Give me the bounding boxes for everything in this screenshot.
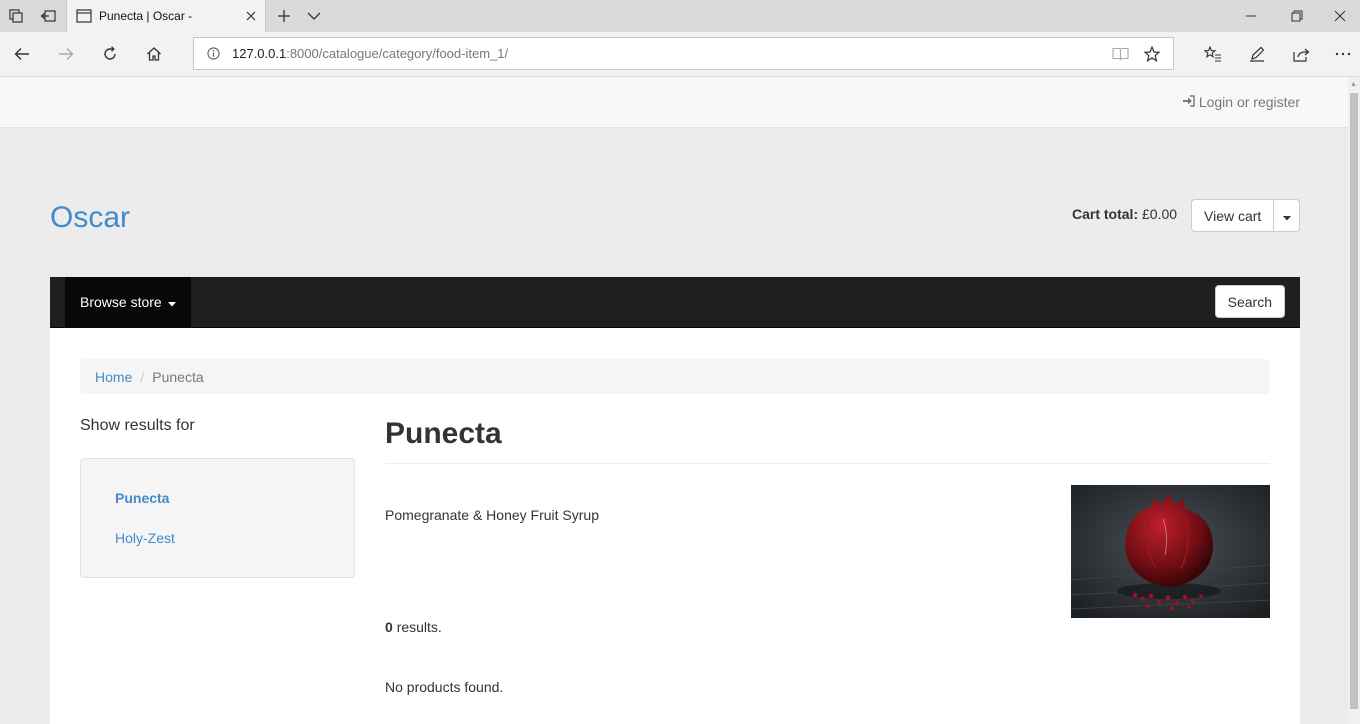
url-path: :8000/catalogue/category/food-item_1/	[286, 46, 509, 61]
active-tab[interactable]: Punecta | Oscar -	[66, 0, 266, 33]
browse-store-dropdown[interactable]: Browse store	[65, 277, 191, 327]
browser-tab-bar: Punecta | Oscar -	[0, 0, 1360, 33]
favorites-hub-icon[interactable]	[1196, 38, 1230, 70]
results-number: 0	[385, 619, 393, 635]
results-count: 0 results.	[385, 619, 442, 635]
page: Login or register Oscar Cart total: £0.0…	[0, 77, 1348, 724]
cart-dropdown-toggle[interactable]	[1274, 199, 1301, 232]
minimize-icon[interactable]	[1228, 0, 1274, 32]
url-text[interactable]: 127.0.0.1:8000/catalogue/category/food-i…	[232, 46, 508, 61]
sidebar-title: Show results for	[80, 417, 195, 434]
category-filter-panel: Punecta Holy-Zest	[80, 458, 355, 578]
reading-view-icon[interactable]	[1109, 44, 1131, 64]
caret-down-icon	[167, 294, 176, 310]
page-title: Punecta	[385, 417, 502, 450]
tab-manager-icon[interactable]	[0, 0, 32, 32]
breadcrumb-home-link[interactable]: Home	[95, 369, 132, 385]
restore-icon[interactable]	[1274, 0, 1320, 32]
scrollbar-thumb[interactable]	[1350, 93, 1358, 709]
scroll-up-arrow-icon[interactable]: ▲	[1350, 81, 1357, 88]
share-icon[interactable]	[1284, 38, 1318, 70]
results-suffix: results.	[396, 619, 442, 635]
view-cart-button[interactable]: View cart	[1191, 199, 1275, 232]
address-bar[interactable]: 127.0.0.1:8000/catalogue/category/food-i…	[193, 37, 1174, 70]
login-register-link[interactable]: Login or register	[1182, 94, 1300, 110]
tab-title: Punecta | Oscar -	[99, 9, 193, 23]
sign-in-icon	[1182, 94, 1195, 110]
category-description: Pomegranate & Honey Fruit Syrup	[385, 507, 599, 523]
page-icon	[76, 9, 92, 26]
search-button[interactable]: Search	[1214, 285, 1285, 318]
tab-preview-chevron-icon[interactable]	[298, 0, 330, 32]
new-tab-icon[interactable]	[268, 0, 300, 32]
close-tab-icon[interactable]	[243, 8, 259, 24]
main-content: Home / Punecta Show results for Punecta …	[50, 328, 1300, 724]
category-image	[1071, 485, 1270, 618]
more-options-icon[interactable]	[1326, 38, 1360, 70]
back-icon[interactable]	[5, 38, 39, 70]
cart-button-group: View cart	[1191, 199, 1301, 232]
browser-toolbar: 127.0.0.1:8000/catalogue/category/food-i…	[0, 32, 1360, 77]
cart-total-value: £0.00	[1142, 206, 1178, 222]
url-host: 127.0.0.1	[232, 46, 287, 61]
store-navbar: Browse store Search	[50, 277, 1300, 328]
favorite-star-icon[interactable]	[1141, 44, 1163, 64]
site-info-icon[interactable]	[207, 47, 220, 63]
close-window-icon[interactable]	[1320, 0, 1360, 32]
sidebar-item-punecta[interactable]: Punecta	[115, 490, 169, 506]
refresh-icon[interactable]	[93, 38, 127, 70]
cart-total-label: Cart total:	[1072, 206, 1139, 222]
set-tabs-aside-icon[interactable]	[32, 0, 64, 32]
no-products-message: No products found.	[385, 679, 504, 695]
breadcrumb-current: Punecta	[152, 368, 204, 385]
sidebar-item-holy-zest[interactable]: Holy-Zest	[115, 530, 175, 546]
web-notes-pen-icon[interactable]	[1240, 38, 1274, 70]
title-divider	[385, 463, 1270, 464]
cart-total: Cart total: £0.00	[1072, 206, 1177, 222]
caret-down-icon	[1282, 208, 1291, 224]
top-account-bar: Login or register	[0, 77, 1348, 128]
forward-icon[interactable]	[49, 38, 83, 70]
page-scrollbar[interactable]: ▲	[1348, 77, 1360, 724]
breadcrumb: Home / Punecta	[80, 359, 1270, 394]
browse-store-label: Browse store	[80, 294, 162, 310]
brand-logo[interactable]: Oscar	[50, 201, 130, 235]
home-icon[interactable]	[137, 38, 171, 70]
breadcrumb-separator: /	[140, 368, 145, 385]
login-register-label: Login or register	[1198, 94, 1300, 110]
